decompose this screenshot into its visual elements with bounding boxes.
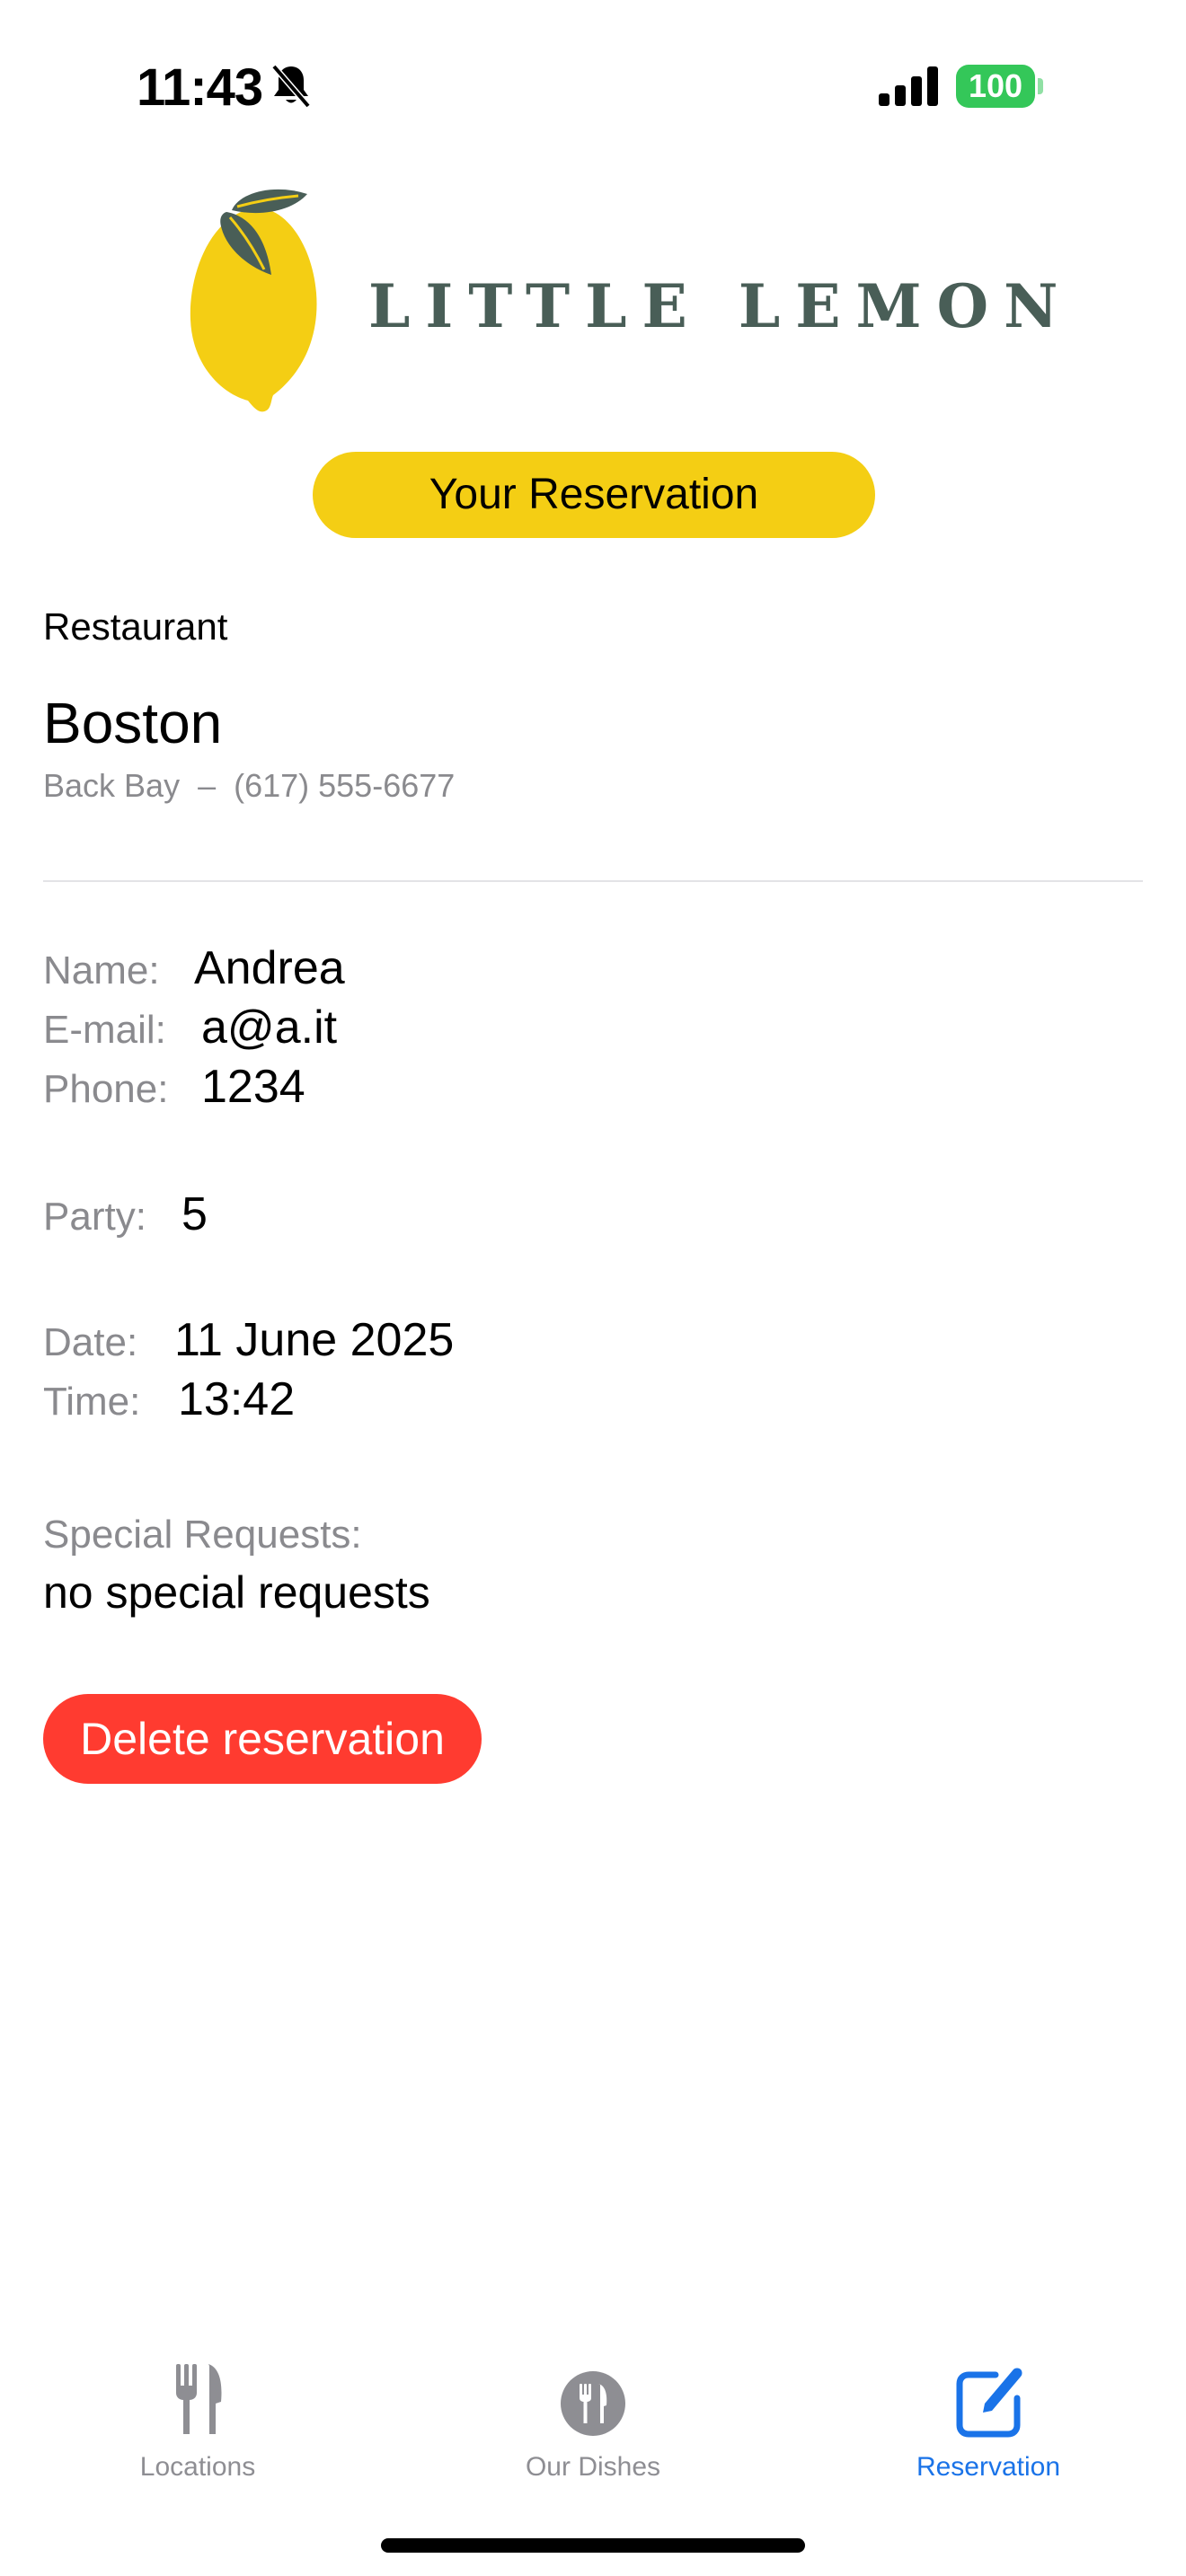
tab-label-our-dishes: Our Dishes: [525, 2452, 661, 2482]
status-bar: 11:43 100: [0, 0, 1186, 171]
special-requests-label: Special Requests:: [43, 1513, 362, 1557]
tab-bar: Locations Our Dishes Reservation: [0, 2344, 1186, 2497]
phone-value: 1234: [201, 1061, 305, 1113]
party-row: Party: 5: [43, 1191, 208, 1238]
restaurant-section-label: Restaurant: [43, 605, 228, 648]
party-value: 5: [181, 1188, 208, 1240]
name-label: Name:: [43, 948, 160, 992]
lemon-icon: [190, 189, 317, 412]
email-row: E-mail: a@a.it: [43, 1004, 337, 1051]
logo-text: LITTLE LEMON: [368, 271, 1074, 341]
time-value: 13:42: [178, 1373, 296, 1425]
phone-label: Phone:: [43, 1067, 169, 1111]
date-row: Date: 11 June 2025: [43, 1317, 454, 1363]
name-value: Andrea: [194, 942, 345, 994]
restaurant-neighborhood-phone: Back Bay – (617) 555-6677: [43, 767, 456, 804]
special-requests-value: no special requests: [43, 1567, 430, 1618]
email-label: E-mail:: [43, 1008, 166, 1052]
delete-reservation-button[interactable]: Delete reservation: [43, 1694, 482, 1784]
fork-knife-icon: [176, 2364, 222, 2434]
little-lemon-logo: LITTLE LEMON: [185, 185, 1058, 415]
time-label: Time:: [43, 1380, 141, 1424]
battery-indicator: 100: [956, 65, 1043, 108]
battery-tip: [1038, 78, 1043, 94]
fork-knife-circle-icon: [561, 2371, 625, 2436]
square-pencil-icon: [956, 2368, 1022, 2438]
page-title: Your Reservation: [313, 452, 875, 538]
battery-level: 100: [956, 65, 1035, 108]
tab-locations[interactable]: Locations: [63, 2344, 332, 2497]
tab-label-reservation: Reservation: [916, 2452, 1061, 2482]
phone-row: Phone: 1234: [43, 1063, 305, 1110]
date-label: Date:: [43, 1320, 138, 1364]
restaurant-city: Boston: [43, 691, 223, 755]
tab-our-dishes[interactable]: Our Dishes: [458, 2344, 728, 2497]
bell-slash-icon: [271, 64, 311, 109]
cellular-signal-icon: [879, 66, 938, 106]
email-value: a@a.it: [201, 1001, 338, 1054]
time-row: Time: 13:42: [43, 1376, 295, 1423]
tab-reservation[interactable]: Reservation: [854, 2344, 1123, 2497]
home-indicator: [381, 2538, 805, 2553]
status-time: 11:43: [137, 58, 263, 117]
party-label: Party:: [43, 1195, 146, 1239]
divider: [43, 880, 1143, 882]
name-row: Name: Andrea: [43, 945, 345, 992]
date-value: 11 June 2025: [174, 1314, 455, 1366]
tab-label-locations: Locations: [139, 2452, 256, 2482]
